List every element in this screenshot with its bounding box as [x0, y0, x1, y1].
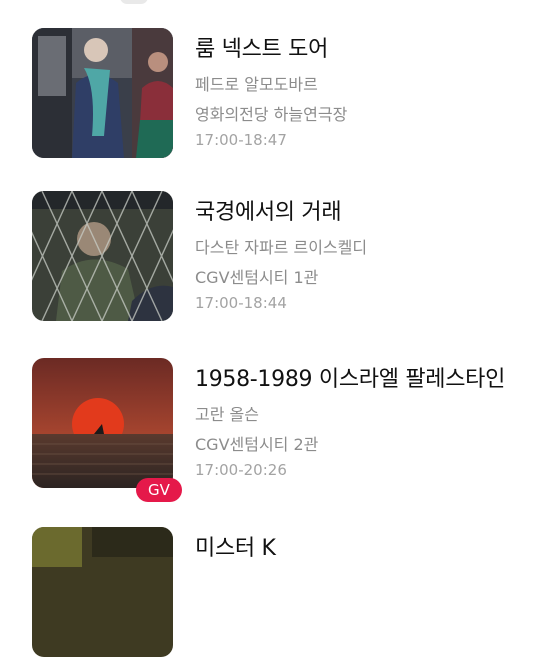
screening-item[interactable]: 미스터 K	[32, 527, 532, 667]
director-name: 고란 올슨	[195, 405, 259, 424]
screening-list: 룸 넥스트 도어 페드로 알모도바르 영화의전당 하늘연극장 17:00-18:…	[0, 0, 554, 657]
venue-name: CGV센텀시티 1관	[195, 268, 319, 287]
screening-item[interactable]: 국경에서의 거래 다스탄 자파르 르이스켈디 CGV센텀시티 1관 17:00-…	[32, 191, 532, 331]
movie-poster-image	[32, 527, 173, 657]
director-name: 다스탄 자파르 르이스켈디	[195, 238, 368, 257]
movie-poster-image	[32, 191, 173, 321]
movie-poster	[32, 527, 173, 657]
screening-time: 17:00-20:26	[195, 461, 287, 479]
screening-item[interactable]: GV 1958-1989 이스라엘 팔레스타인 고란 올슨 CGV센텀시티 2관…	[32, 358, 532, 502]
venue-name: CGV센텀시티 2관	[195, 435, 319, 454]
movie-title: 1958-1989 이스라엘 팔레스타인	[195, 367, 506, 392]
movie-poster-image	[32, 358, 173, 488]
movie-title: 국경에서의 거래	[195, 200, 342, 225]
movie-poster	[32, 28, 173, 158]
gv-badge: GV	[136, 478, 182, 502]
movie-poster-image	[32, 28, 173, 158]
movie-title: 미스터 K	[195, 536, 276, 561]
screening-item[interactable]: 룸 넥스트 도어 페드로 알모도바르 영화의전당 하늘연극장 17:00-18:…	[32, 28, 532, 168]
screening-time: 17:00-18:44	[195, 294, 287, 312]
movie-poster	[32, 358, 173, 488]
screening-time: 17:00-18:47	[195, 131, 287, 149]
director-name: 페드로 알모도바르	[195, 75, 318, 94]
movie-poster	[32, 191, 173, 321]
venue-name: 영화의전당 하늘연극장	[195, 105, 348, 124]
movie-title: 룸 넥스트 도어	[195, 37, 329, 62]
